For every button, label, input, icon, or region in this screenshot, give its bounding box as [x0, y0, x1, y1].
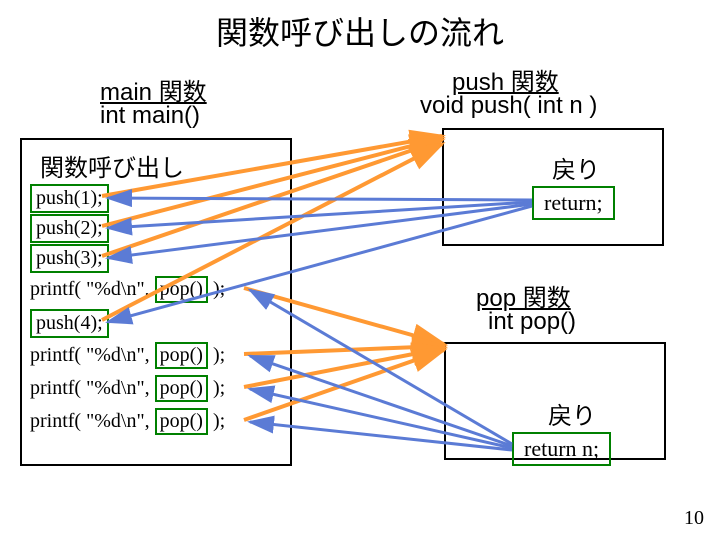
pop-call-4: pop()	[155, 408, 208, 435]
printf-prefix: printf( "%d\n",	[30, 344, 155, 366]
push-return-label: 戻り	[552, 150, 600, 185]
pop-call-1: pop()	[155, 276, 208, 303]
push2-call: push(2);	[30, 214, 109, 243]
code-line-7: printf( "%d\n", pop() );	[30, 375, 225, 402]
printf-prefix: printf( "%d\n",	[30, 278, 155, 300]
page-title: 関数呼び出しの流れ	[0, 0, 720, 54]
code-line-3: push(3);	[30, 244, 109, 273]
main-function-signature: int main()	[100, 102, 200, 130]
page-number: 10	[684, 507, 704, 530]
push3-call: push(3);	[30, 244, 109, 273]
push4-call: push(4);	[30, 309, 109, 338]
function-call-label: 関数呼び出し	[40, 148, 184, 183]
printf-suffix: );	[208, 377, 225, 399]
code-line-5: push(4);	[30, 309, 109, 338]
pop-return-code: return n;	[512, 432, 611, 466]
pop-function-signature: int pop()	[488, 308, 576, 336]
code-line-2: push(2);	[30, 214, 109, 243]
printf-prefix: printf( "%d\n",	[30, 410, 155, 432]
printf-suffix: );	[208, 410, 225, 432]
code-line-6: printf( "%d\n", pop() );	[30, 342, 225, 369]
push1-call: push(1);	[30, 184, 109, 213]
pop-return-label: 戻り	[548, 396, 596, 431]
pop-call-3: pop()	[155, 375, 208, 402]
printf-prefix: printf( "%d\n",	[30, 377, 155, 399]
printf-suffix: );	[208, 278, 225, 300]
code-line-8: printf( "%d\n", pop() );	[30, 408, 225, 435]
pop-call-2: pop()	[155, 342, 208, 369]
code-line-4: printf( "%d\n", pop() );	[30, 276, 225, 303]
push-function-signature: void push( int n )	[420, 92, 597, 120]
code-line-1: push(1);	[30, 184, 109, 213]
push-return-code: return;	[532, 186, 615, 220]
printf-suffix: );	[208, 344, 225, 366]
